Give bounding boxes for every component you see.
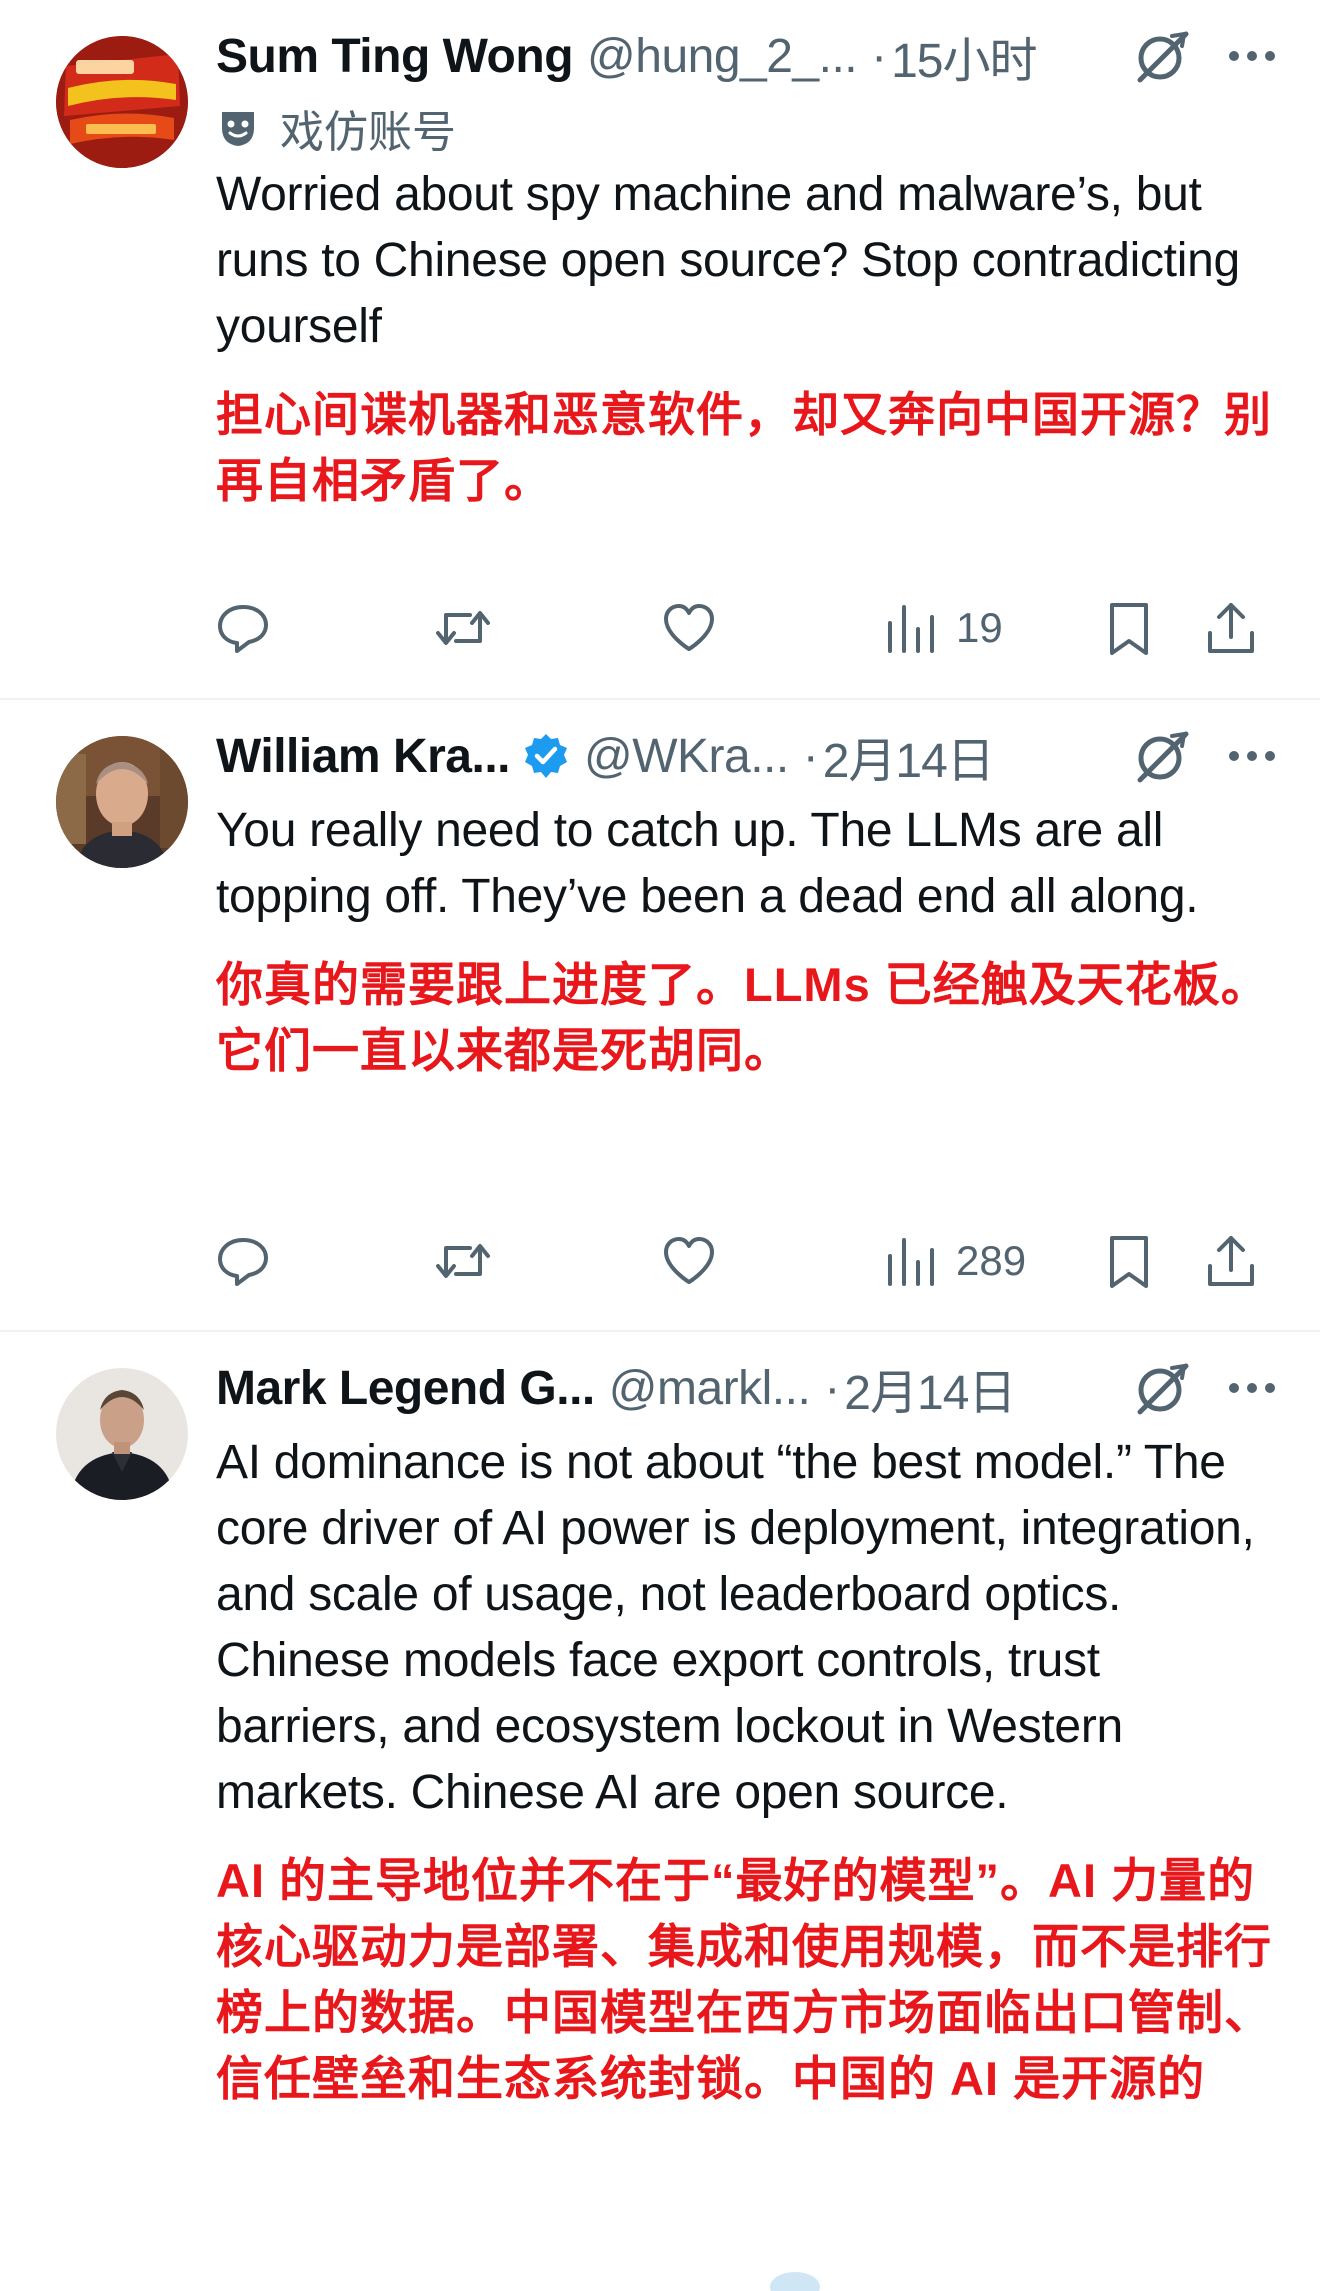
separator-dot: · — [802, 729, 819, 783]
more-icon[interactable] — [1224, 728, 1280, 784]
tweet[interactable]: Sum Ting Wong @hung_2_... · 15小时 戏仿账号 Wo… — [0, 18, 1320, 698]
share-icon — [1208, 1236, 1254, 1286]
parody-mask-icon — [222, 112, 254, 146]
author-name[interactable]: Mark Legend G... — [216, 1361, 595, 1416]
tweet-header: Sum Ting Wong @hung_2_... · 15小时 — [216, 18, 1280, 94]
reply-icon — [218, 1238, 268, 1286]
timestamp[interactable]: 15小时 — [891, 21, 1037, 91]
author-name[interactable]: Sum Ting Wong — [216, 29, 574, 84]
retweet-button[interactable] — [432, 593, 494, 663]
retweet-icon — [436, 611, 490, 645]
more-icon[interactable] — [1224, 28, 1280, 84]
tweet[interactable]: William Kra... @WKra... · 2月14日 You real… — [0, 718, 1320, 1330]
parody-label: 戏仿账号 — [216, 98, 1280, 158]
tweet[interactable]: Mark Legend G... @markl... · 2月14日 AI do… — [0, 1350, 1320, 2291]
tweet-translation: 担心间谍机器和恶意软件，却又奔向中国开源？别再自相矛盾了。 — [216, 388, 1272, 507]
author-handle[interactable]: @hung_2_... — [587, 29, 858, 84]
tweet-text: You really need to catch up. The LLMs ar… — [216, 804, 1199, 923]
reply-button[interactable] — [212, 593, 274, 663]
tweet-header: Mark Legend G... @markl... · 2月14日 — [216, 1350, 1280, 1426]
avatar-image — [56, 1368, 188, 1500]
author-handle[interactable]: @markl... — [609, 1361, 811, 1416]
tweet-translation: AI 的主导地位并不在于“最好的模型”。AI 力量的核心驱动力是部署、集成和使用… — [216, 1854, 1272, 2105]
bottom-fade — [0, 2236, 1320, 2291]
author-name[interactable]: William Kra... — [216, 729, 510, 784]
verified-badge-icon[interactable] — [522, 732, 570, 780]
views-count: 289 — [956, 1237, 1027, 1284]
action-bar: 19 — [216, 593, 1280, 663]
retweet-button[interactable] — [432, 1226, 494, 1296]
views-icon — [888, 605, 934, 653]
timestamp[interactable]: 2月14日 — [844, 1353, 1016, 1423]
grok-icon[interactable] — [1132, 26, 1192, 86]
tweet-content: Sum Ting Wong @hung_2_... · 15小时 戏仿账号 Wo… — [216, 18, 1280, 655]
share-button[interactable] — [1200, 1226, 1262, 1296]
avatar-image — [56, 36, 188, 168]
separator-dot: · — [824, 1361, 841, 1415]
share-button[interactable] — [1200, 593, 1262, 663]
tweet-header: William Kra... @WKra... · 2月14日 — [216, 718, 1280, 794]
views-count: 19 — [956, 604, 1003, 651]
tweet-translation: 你真的需要跟上进度了。LLMs 已经触及天花板。它们一直以来都是死胡同。 — [216, 958, 1269, 1077]
bookmark-button[interactable] — [1098, 1226, 1160, 1296]
bookmark-icon — [1110, 1236, 1148, 1288]
timeline: Sum Ting Wong @hung_2_... · 15小时 戏仿账号 Wo… — [0, 0, 1320, 2291]
bookmark-icon — [1110, 603, 1148, 655]
tweet-content: Mark Legend G... @markl... · 2月14日 AI do… — [216, 1350, 1280, 2112]
divider — [0, 1330, 1320, 1332]
tweet-text: AI dominance is not about “the best mode… — [216, 1436, 1255, 1819]
timestamp[interactable]: 2月14日 — [823, 721, 995, 791]
author-handle[interactable]: @WKra... — [584, 729, 789, 784]
grok-icon[interactable] — [1132, 1358, 1192, 1418]
tweet-content: William Kra... @WKra... · 2月14日 You real… — [216, 718, 1280, 1288]
reply-button[interactable] — [212, 1226, 274, 1296]
avatar-image — [56, 736, 188, 868]
parody-text: 戏仿账号 — [280, 108, 456, 157]
like-button[interactable] — [658, 593, 720, 663]
divider — [0, 698, 1320, 700]
reply-icon — [218, 605, 268, 653]
separator-dot: · — [871, 29, 888, 83]
tweet-text: Worried about spy machine and malware’s,… — [216, 168, 1240, 353]
views-icon — [888, 1238, 934, 1286]
heart-icon — [664, 1237, 714, 1284]
retweet-icon — [436, 1244, 490, 1278]
grok-icon[interactable] — [1132, 726, 1192, 786]
views-button[interactable]: 289 — [880, 1226, 1026, 1296]
avatar[interactable] — [56, 36, 188, 168]
action-bar: 289 — [216, 1226, 1280, 1296]
avatar[interactable] — [56, 1368, 188, 1500]
bookmark-button[interactable] — [1098, 593, 1160, 663]
share-icon — [1208, 603, 1254, 653]
heart-icon — [664, 604, 714, 651]
avatar[interactable] — [56, 736, 188, 868]
like-button[interactable] — [658, 1226, 720, 1296]
more-icon[interactable] — [1224, 1360, 1280, 1416]
views-button[interactable]: 19 — [880, 593, 1003, 663]
